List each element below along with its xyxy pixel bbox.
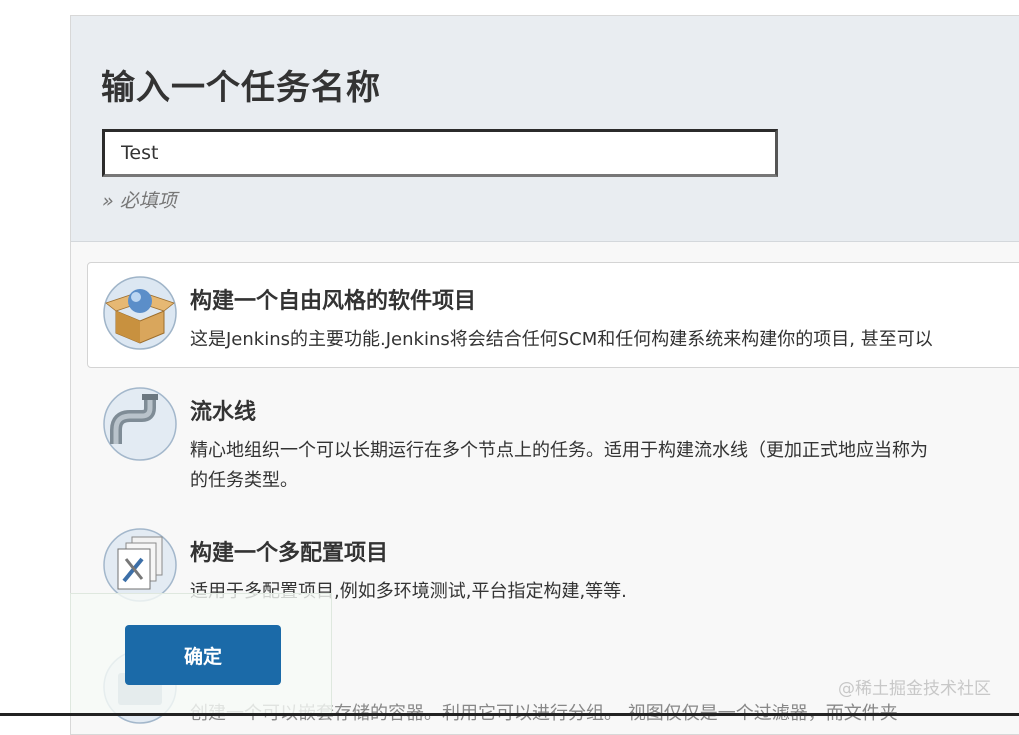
job-type-title: 流水线 xyxy=(190,400,257,425)
job-type-pipeline[interactable]: 流水线 精心地组织一个可以长期运行在多个节点上的任务。适用于构建流水线（更加正式… xyxy=(87,373,1019,491)
form-footer: 确定 xyxy=(70,593,332,716)
ok-button[interactable]: 确定 xyxy=(125,625,281,685)
job-type-description: 精心地组织一个可以长期运行在多个节点上的任务。适用于构建流水线（更加正式地应当称… xyxy=(190,436,1019,496)
description-line: 精心地组织一个可以长期运行在多个节点上的任务。适用于构建流水线（更加正式地应当称… xyxy=(190,440,928,461)
job-type-description: 这是Jenkins的主要功能.Jenkins将会结合任何SCM和任何构建系统来构… xyxy=(190,329,933,350)
page-title: 输入一个任务名称 xyxy=(101,68,381,108)
freestyle-box-icon xyxy=(103,276,177,350)
item-name-input[interactable] xyxy=(102,129,778,177)
watermark: @稀土掘金技术社区 xyxy=(838,679,991,699)
required-hint: » 必填项 xyxy=(102,190,177,212)
description-line: 的任务类型。 xyxy=(190,470,298,491)
multi-config-icon xyxy=(103,528,177,602)
name-section: 输入一个任务名称 » 必填项 xyxy=(71,16,1019,242)
pipeline-icon xyxy=(103,387,177,461)
job-type-title: 构建一个多配置项目 xyxy=(190,541,389,566)
job-type-title: 构建一个自由风格的软件项目 xyxy=(190,289,477,314)
job-type-freestyle[interactable]: 构建一个自由风格的软件项目 这是Jenkins的主要功能.Jenkins将会结合… xyxy=(87,262,1019,368)
